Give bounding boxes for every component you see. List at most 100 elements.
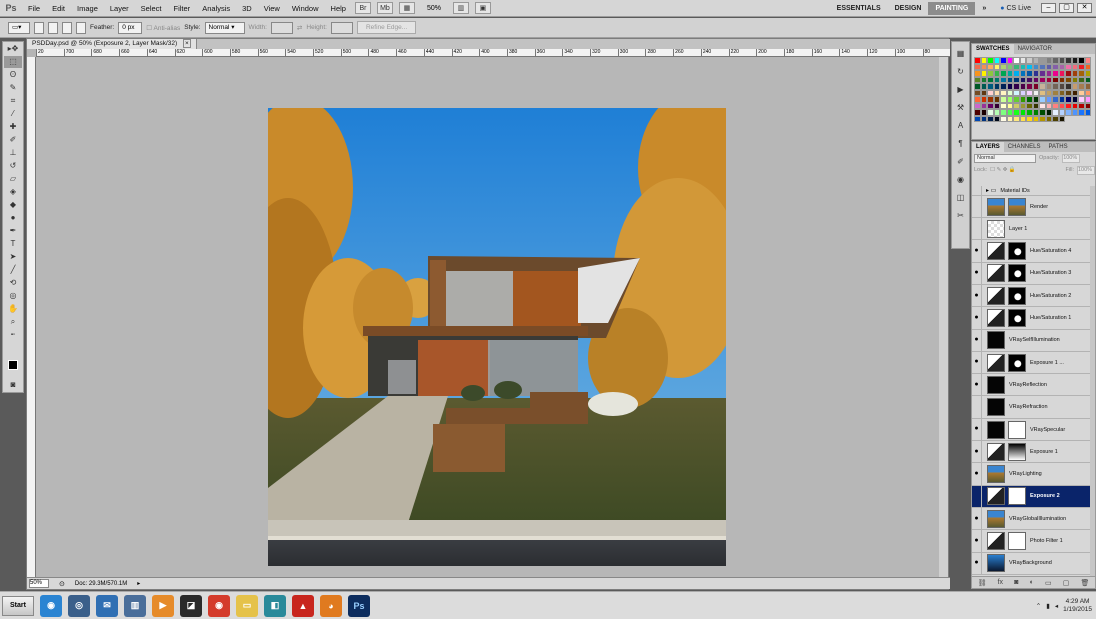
character-panel-icon[interactable]: A bbox=[953, 119, 968, 132]
crop-tool-icon[interactable]: ⌗ bbox=[4, 95, 22, 107]
type-tool-icon[interactable]: T bbox=[4, 238, 22, 250]
layer-mask-thumbnail[interactable] bbox=[1008, 353, 1026, 372]
layer-row[interactable]: ● VRayLighting bbox=[972, 462, 1090, 486]
paragraph-panel-icon[interactable]: ¶ bbox=[953, 137, 968, 150]
foreground-color-swatch[interactable] bbox=[8, 360, 18, 370]
firefox-icon[interactable]: ◕ bbox=[320, 594, 342, 617]
visibility-eye-icon[interactable] bbox=[972, 185, 982, 196]
selection-mode-new[interactable] bbox=[34, 21, 44, 34]
layer-row[interactable]: ● Hue/Saturation 2 bbox=[972, 284, 1090, 308]
layer-mask-thumbnail[interactable] bbox=[1008, 420, 1026, 439]
brush-tool-icon[interactable]: ✐ bbox=[4, 134, 22, 146]
3d-rotate-icon[interactable]: ⟲ bbox=[4, 277, 22, 289]
opacity-field[interactable]: 100% bbox=[1062, 153, 1081, 163]
selection-mode-intersect[interactable] bbox=[76, 21, 86, 34]
close-tab-icon[interactable]: × bbox=[183, 39, 191, 48]
visibility-eye-icon[interactable]: ● bbox=[972, 373, 982, 397]
layer-row[interactable]: Exposure 2 bbox=[972, 485, 1090, 508]
layer-row[interactable]: ● VRaySelfIllumination bbox=[972, 329, 1090, 352]
tab-swatches[interactable]: SWATCHES bbox=[972, 44, 1014, 54]
layer-mask-thumbnail[interactable] bbox=[1008, 242, 1026, 261]
folder-icon[interactable]: ▸ ▭ bbox=[986, 187, 996, 194]
more-workspaces-button[interactable]: » bbox=[975, 2, 993, 15]
feather-input[interactable]: 0 px bbox=[118, 21, 143, 34]
layer-thumbnail[interactable] bbox=[987, 353, 1005, 372]
layer-mask-thumbnail[interactable] bbox=[1008, 197, 1026, 216]
masks-panel-icon[interactable]: ◫ bbox=[953, 191, 968, 204]
cs-live-button[interactable]: ● CS Live bbox=[993, 2, 1038, 15]
visibility-eye-icon[interactable]: ● bbox=[972, 329, 982, 352]
layer-row[interactable]: ● VRayBackground bbox=[972, 552, 1090, 575]
lasso-tool-icon[interactable]: ʘ bbox=[4, 69, 22, 81]
layer-thumbnail[interactable] bbox=[987, 219, 1005, 238]
acrobat-icon[interactable]: ▲ bbox=[292, 594, 314, 617]
app-icon-3[interactable]: ✉ bbox=[96, 594, 118, 617]
layer-thumbnail[interactable] bbox=[987, 487, 1005, 506]
layer-thumbnail[interactable] bbox=[987, 532, 1005, 550]
layer-row[interactable]: ● Hue/Saturation 4 bbox=[972, 239, 1090, 263]
layer-row[interactable]: ● Exposure 1 bbox=[972, 440, 1090, 464]
tab-navigator[interactable]: NAVIGATOR bbox=[1014, 44, 1056, 54]
layer-thumbnail[interactable] bbox=[987, 465, 1005, 484]
tools-icon[interactable]: ✂ bbox=[953, 209, 968, 222]
pen-tool-icon[interactable]: ✒ bbox=[4, 225, 22, 237]
app-icon-6[interactable]: ◪ bbox=[180, 594, 202, 617]
fill-field[interactable]: 100% bbox=[1077, 165, 1095, 175]
3d-orbit-icon[interactable]: ◎ bbox=[4, 290, 22, 302]
visibility-eye-icon[interactable]: ● bbox=[972, 440, 982, 463]
hand-tool-icon[interactable]: ✋ bbox=[4, 303, 22, 315]
menu-layer[interactable]: Layer bbox=[104, 4, 135, 13]
width-input[interactable] bbox=[270, 21, 293, 34]
marquee-tool-icon[interactable]: ⬚ bbox=[4, 56, 22, 68]
layer-mask-thumbnail[interactable] bbox=[1008, 487, 1026, 506]
menu-edit[interactable]: Edit bbox=[46, 4, 71, 13]
new-group-icon[interactable]: ▭ bbox=[1045, 579, 1052, 587]
chrome-icon[interactable]: ◉ bbox=[208, 594, 230, 617]
layer-row[interactable]: Layer 1 bbox=[972, 217, 1090, 241]
shape-tool-icon[interactable]: ╱ bbox=[4, 264, 22, 276]
app-icon-1[interactable]: ◉ bbox=[40, 594, 62, 617]
layer-thumbnail[interactable] bbox=[987, 554, 1005, 573]
zoom-tool-icon[interactable]: ⌕ bbox=[4, 316, 22, 328]
tray-expand-icon[interactable]: ⌃ bbox=[1036, 602, 1041, 610]
menu-view[interactable]: View bbox=[258, 4, 286, 13]
layer-mask-thumbnail[interactable] bbox=[1008, 286, 1026, 305]
status-menu-icon[interactable]: ▸ bbox=[137, 580, 140, 587]
default-colors-icon[interactable]: ▪▫ bbox=[4, 329, 22, 341]
layer-thumbnail[interactable] bbox=[987, 420, 1005, 439]
workspace-painting[interactable]: PAINTING bbox=[928, 1, 976, 15]
add-mask-icon[interactable]: ◙ bbox=[1014, 579, 1018, 586]
move-tool-icon[interactable]: ▸✥ bbox=[4, 43, 22, 55]
status-zoom-field[interactable]: 50% bbox=[29, 579, 49, 588]
folder-icon[interactable]: ▭ bbox=[236, 594, 258, 617]
layer-row[interactable]: VRayRefraction bbox=[972, 396, 1090, 419]
marquee-tool-preset[interactable]: ▭▾ bbox=[8, 21, 30, 34]
layer-row[interactable]: ● Photo Filter 1 bbox=[972, 529, 1090, 553]
visibility-eye-icon[interactable] bbox=[972, 217, 982, 240]
minibridge-icon[interactable]: Mb bbox=[376, 2, 393, 14]
visibility-eye-icon[interactable] bbox=[972, 485, 982, 508]
layer-thumbnail[interactable] bbox=[987, 509, 1005, 528]
layer-row[interactable]: ● VRayGlobalIllumination bbox=[972, 507, 1090, 531]
visibility-eye-icon[interactable]: ● bbox=[972, 418, 982, 441]
eyedropper-tool-icon[interactable]: ⁄ bbox=[4, 108, 22, 120]
render-image[interactable] bbox=[268, 108, 726, 566]
visibility-eye-icon[interactable]: ● bbox=[972, 239, 982, 263]
layers-scrollbar[interactable] bbox=[1090, 186, 1095, 576]
brush-panel-icon[interactable]: ✐ bbox=[953, 155, 968, 168]
view-extras-icon[interactable]: ▦ bbox=[398, 2, 415, 14]
swap-icon[interactable]: ⇄ bbox=[297, 24, 302, 32]
visibility-eye-icon[interactable]: ● bbox=[972, 552, 982, 575]
menu-analysis[interactable]: Analysis bbox=[196, 4, 236, 13]
workspace-design[interactable]: DESIGN bbox=[888, 2, 929, 15]
tray-network-icon[interactable]: ▮ bbox=[1046, 602, 1050, 610]
document-tab[interactable]: PSDDay.psd @ 50% (Exposure 2, Layer Mask… bbox=[27, 39, 197, 49]
menu-image[interactable]: Image bbox=[71, 4, 104, 13]
visibility-eye-icon[interactable]: ● bbox=[972, 507, 982, 530]
status-zoom-icon[interactable]: ⊙ bbox=[59, 580, 65, 588]
menu-window[interactable]: Window bbox=[286, 4, 325, 13]
height-input[interactable] bbox=[330, 21, 353, 34]
actions-panel-icon[interactable]: ▶ bbox=[953, 83, 968, 96]
menu-3d[interactable]: 3D bbox=[236, 4, 258, 13]
layer-mask-thumbnail[interactable] bbox=[1008, 309, 1026, 327]
